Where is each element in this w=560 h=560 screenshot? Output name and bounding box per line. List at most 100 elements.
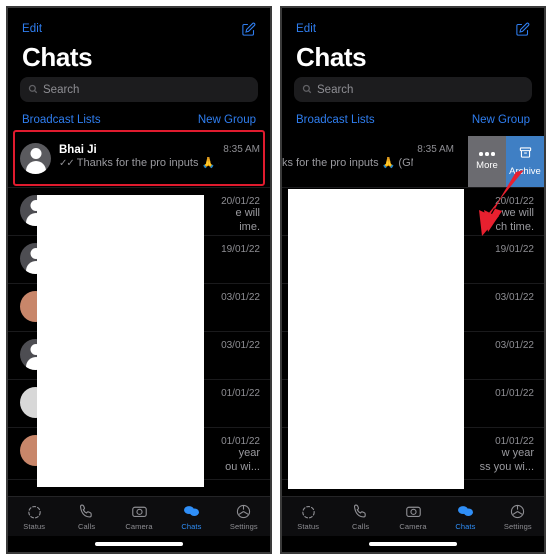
- tab-label: Chats: [455, 521, 476, 531]
- chat-time: 01/01/22: [495, 436, 534, 448]
- chat-time: 03/01/22: [495, 292, 534, 304]
- chat-meta: 03/01/22: [221, 291, 260, 303]
- chat-time: 03/01/22: [495, 340, 534, 352]
- nav-bar: Edit: [8, 8, 270, 42]
- tab-status[interactable]: Status: [282, 503, 334, 531]
- chat-preview-line-2: ch time.: [495, 220, 534, 233]
- phone-left: Edit Chats Search Broadcast Lists New Gr…: [6, 6, 272, 554]
- tab-label: Calls: [352, 521, 370, 531]
- chat-name: Bhai Ji: [59, 144, 97, 157]
- tab-chats[interactable]: Chats: [165, 503, 217, 531]
- tab-calls[interactable]: Calls: [60, 503, 112, 531]
- whatsapp-chats-screen-right: Edit Chats Search Broadcast Lists New Gr…: [282, 8, 544, 552]
- chat-preview-row: ✓✓ Thanks for the pro inputs 🙏 (GM): [59, 157, 219, 171]
- search-container: Search: [8, 77, 270, 103]
- chat-meta: 20/01/22 e will ime.: [221, 195, 260, 234]
- status-ring-icon: [26, 503, 43, 520]
- chat-time: 01/01/22: [221, 388, 260, 400]
- chat-time: 8:35 AM: [223, 144, 260, 156]
- tab-label: Status: [23, 521, 46, 531]
- compose-icon[interactable]: [241, 22, 256, 37]
- chat-meta: 03/01/22: [221, 339, 260, 351]
- chat-text-block: Bhai Ji ✓✓ Thanks for the pro inputs 🙏 (…: [59, 143, 223, 171]
- chat-preview-row: ks for the pro inputs 🙏 (GM): [282, 157, 413, 171]
- tab-bar: Status Calls Camera Chats Settings: [282, 496, 544, 536]
- chat-list[interactable]: Bhai Ji ✓✓ Thanks for the pro inputs 🙏 (…: [8, 136, 270, 496]
- phone-right: Edit Chats Search Broadcast Lists New Gr…: [280, 6, 546, 554]
- tab-settings[interactable]: Settings: [218, 503, 270, 531]
- tab-label: Camera: [399, 521, 427, 531]
- archive-label: Archive: [509, 166, 541, 178]
- tab-label: Status: [297, 521, 320, 531]
- chat-row-highlighted[interactable]: Bhai Ji ✓✓ Thanks for the pro inputs 🙏 (…: [8, 136, 270, 189]
- chat-bubbles-icon: [183, 503, 200, 520]
- edit-button[interactable]: Edit: [296, 23, 316, 35]
- chat-preview: ks for the pro inputs 🙏 (GM): [282, 157, 414, 170]
- chat-meta: 01/01/22 w year ss you wi...: [480, 435, 534, 474]
- chat-time: 03/01/22: [221, 340, 260, 352]
- chat-meta: 8:35 AM: [223, 143, 260, 155]
- tab-label: Settings: [503, 521, 532, 531]
- chat-preview-line-1: e will: [235, 207, 260, 220]
- chat-meta: 20/01/22 we will ch time.: [495, 195, 534, 234]
- privacy-redaction-box: [288, 189, 464, 490]
- chat-row-swiped[interactable]: ks for the pro inputs 🙏 (GM) 8:35 AM Mor…: [282, 136, 544, 189]
- page-title: Chats: [22, 42, 93, 72]
- tab-label: Chats: [181, 521, 202, 531]
- archive-box-icon: [519, 146, 532, 162]
- phone-icon: [352, 503, 369, 520]
- search-container: Search: [282, 77, 544, 103]
- new-group-link[interactable]: New Group: [198, 114, 256, 126]
- tab-settings[interactable]: Settings: [492, 503, 544, 531]
- chat-meta: 01/01/22 year ou wi...: [221, 435, 260, 474]
- chat-time: 01/01/22: [495, 388, 534, 400]
- chat-preview-line-2: ime.: [239, 220, 260, 233]
- screenshot-canvas: Edit Chats Search Broadcast Lists New Gr…: [0, 0, 560, 560]
- chat-bubbles-icon: [457, 503, 474, 520]
- edit-button[interactable]: Edit: [22, 23, 42, 35]
- tab-camera[interactable]: Camera: [113, 503, 165, 531]
- gear-icon: [509, 503, 526, 520]
- read-receipt-icon: ✓✓: [59, 158, 75, 170]
- page-title: Chats: [296, 42, 367, 72]
- tab-label: Settings: [229, 521, 258, 531]
- search-icon: [28, 81, 38, 99]
- chat-time: 20/01/22: [495, 196, 534, 208]
- swipe-action-buttons: More Archive: [468, 136, 544, 188]
- chat-list[interactable]: ks for the pro inputs 🙏 (GM) 8:35 AM Mor…: [282, 136, 544, 496]
- chat-time: 01/01/22: [221, 436, 260, 448]
- tab-calls[interactable]: Calls: [334, 503, 386, 531]
- tab-bar: Status Calls Camera Chats Settings: [8, 496, 270, 536]
- broadcast-lists-link[interactable]: Broadcast Lists: [22, 114, 101, 126]
- chat-preview-line-2: ss you wi...: [479, 460, 534, 473]
- new-group-link[interactable]: New Group: [472, 114, 530, 126]
- search-icon: [302, 81, 312, 99]
- camera-icon: [405, 503, 422, 520]
- chat-meta: 01/01/22: [495, 387, 534, 399]
- ellipsis-icon: [479, 152, 495, 156]
- chat-meta: 03/01/22: [495, 339, 534, 351]
- tab-chats[interactable]: Chats: [439, 503, 491, 531]
- tab-status[interactable]: Status: [8, 503, 60, 531]
- chat-time: 03/01/22: [221, 292, 260, 304]
- tab-label: Calls: [78, 521, 96, 531]
- tab-camera[interactable]: Camera: [387, 503, 439, 531]
- home-indicator: [95, 542, 183, 546]
- chat-text-block: ks for the pro inputs 🙏 (GM): [282, 143, 417, 171]
- home-indicator-area: [282, 536, 544, 552]
- more-button[interactable]: More: [468, 136, 506, 188]
- chat-meta: 01/01/22: [221, 387, 260, 399]
- broadcast-lists-link[interactable]: Broadcast Lists: [296, 114, 375, 126]
- chat-preview: Thanks for the pro inputs 🙏 (GM): [76, 157, 220, 170]
- broadcast-row: Broadcast Lists New Group: [8, 102, 270, 136]
- chat-preview-line-1: we will: [501, 207, 534, 220]
- home-indicator-area: [8, 536, 270, 552]
- gear-icon: [235, 503, 252, 520]
- chat-time: 8:35 AM: [417, 144, 454, 156]
- archive-button[interactable]: Archive: [506, 136, 544, 188]
- chat-preview-line-1: year: [238, 447, 260, 460]
- search-input[interactable]: Search: [294, 77, 532, 103]
- search-input[interactable]: Search: [20, 77, 258, 103]
- compose-icon[interactable]: [515, 22, 530, 37]
- whatsapp-chats-screen-left: Edit Chats Search Broadcast Lists New Gr…: [8, 8, 270, 552]
